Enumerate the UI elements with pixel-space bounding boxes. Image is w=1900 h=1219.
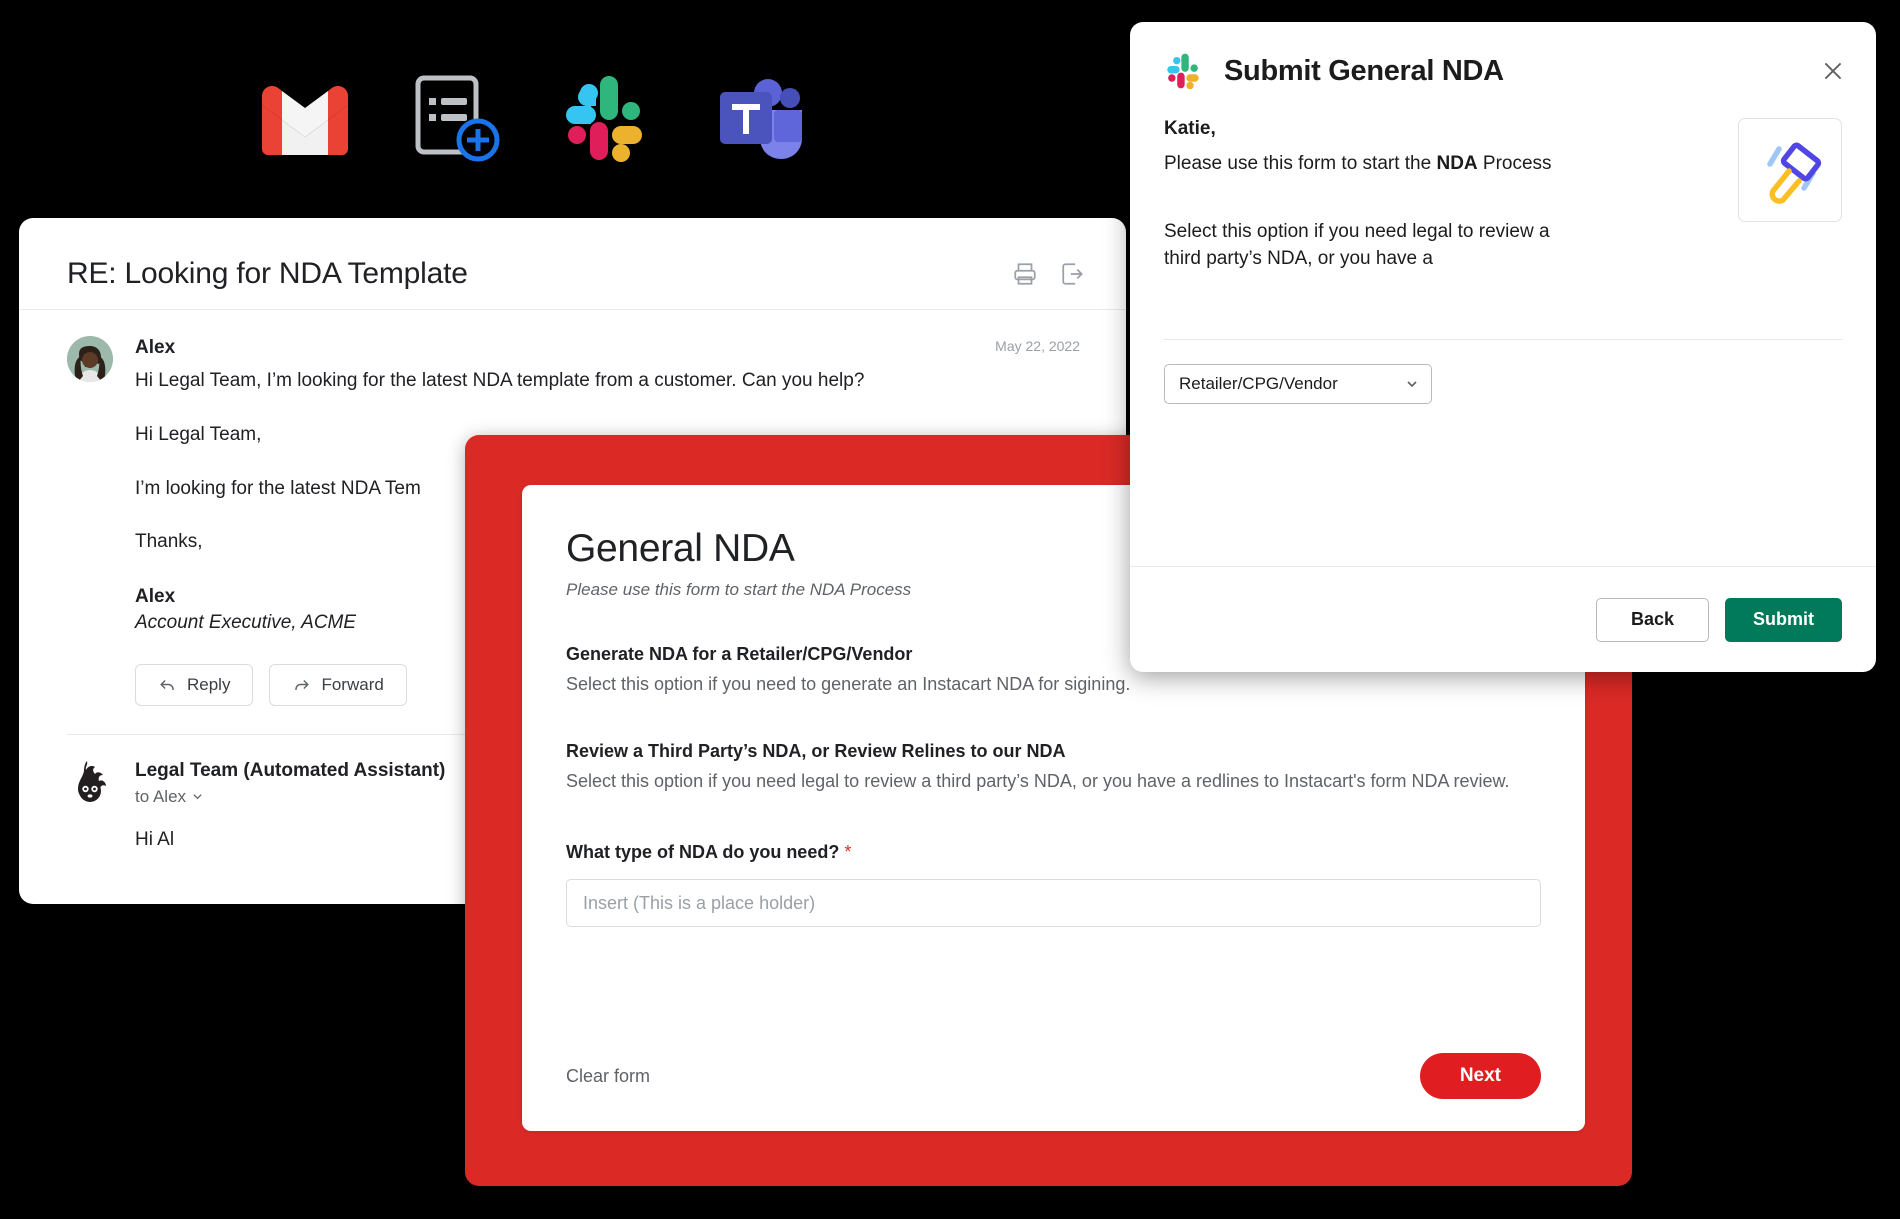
reply-icon — [160, 680, 174, 691]
screenshot-root: RE: Looking for NDA Template Alex Hi Leg… — [0, 0, 1900, 1219]
forward-label: Forward — [321, 674, 384, 694]
slack-glyph — [566, 76, 642, 162]
gmail-glyph — [262, 85, 348, 155]
print-icon[interactable] — [1012, 261, 1038, 287]
microsoft-teams-icon[interactable] — [706, 72, 802, 168]
next-button[interactable]: Next — [1419, 1053, 1541, 1099]
open-in-new-window-icon[interactable] — [1060, 261, 1086, 287]
back-button[interactable]: Back — [1595, 597, 1709, 642]
form-add-glyph — [415, 75, 500, 162]
form-option-review: Review a Third Party’s NDA, or Review Re… — [566, 741, 1541, 794]
teams-glyph — [720, 79, 802, 159]
google-forms-add-icon[interactable] — [410, 72, 506, 168]
intro-bold: NDA — [1436, 153, 1478, 174]
message-date: May 22, 2022 — [995, 338, 1080, 354]
avatar-photo — [67, 336, 113, 382]
option-description: Select this option if you need legal to … — [566, 771, 1510, 792]
option-title: Review a Third Party’s NDA, or Review Re… — [566, 741, 1066, 762]
email-header: RE: Looking for NDA Template — [19, 238, 1126, 310]
chevron-down-icon — [193, 794, 202, 800]
app-icon-row — [262, 72, 802, 168]
forward-button[interactable]: Forward — [269, 663, 407, 706]
reply-label: Reply — [187, 674, 231, 694]
slack-modal: Submit General NDA Katie, Please use thi… — [1130, 22, 1876, 672]
nda-type-select[interactable]: Retailer/CPG/Vendor — [1164, 363, 1432, 404]
required-asterisk: * — [844, 842, 852, 863]
gmail-icon[interactable] — [262, 72, 358, 168]
chevron-down-icon — [1407, 381, 1417, 387]
greeting-text: Katie, — [1164, 118, 1216, 139]
gavel-thumbnail — [1738, 118, 1842, 222]
avatar — [67, 759, 113, 805]
intro-line: Please use this form to start the NDA Pr… — [1164, 151, 1720, 178]
body-paragraph: Select this option if you need legal to … — [1164, 220, 1550, 270]
legal-team-avatar — [78, 760, 106, 802]
clear-form-link[interactable]: Clear form — [566, 1066, 650, 1087]
nda-type-input[interactable] — [566, 879, 1541, 928]
form-question-label: What type of NDA do you need? * — [566, 842, 1541, 863]
sender-name: Alex — [135, 337, 176, 358]
forward-icon — [295, 680, 310, 691]
submit-button[interactable]: Submit — [1725, 597, 1842, 642]
slack-icon — [1167, 53, 1199, 90]
question-text: What type of NDA do you need? — [566, 842, 840, 863]
slack-modal-header: Submit General NDA — [1130, 22, 1876, 90]
slack-icon[interactable] — [558, 72, 654, 168]
slack-modal-body: Katie, Please use this form to start the… — [1130, 90, 1876, 273]
close-icon[interactable] — [1820, 58, 1846, 84]
option-description: Select this option if you need to genera… — [566, 674, 1131, 694]
select-value: Retailer/CPG/Vendor — [1179, 373, 1338, 393]
slack-modal-footer: Back Submit — [1130, 566, 1876, 672]
intro-suffix: Process — [1477, 153, 1552, 174]
recipient-label: to Alex — [135, 786, 187, 806]
slack-modal-title: Submit General NDA — [1224, 54, 1504, 87]
slack-modal-text: Katie, Please use this form to start the… — [1164, 118, 1720, 273]
email-subject: RE: Looking for NDA Template — [67, 256, 468, 290]
slack-select-row: Retailer/CPG/Vendor — [1130, 340, 1876, 404]
reply-button[interactable]: Reply — [135, 663, 254, 706]
gavel-icon — [1767, 142, 1822, 204]
message-snippet: Hi Legal Team, I’m looking for the lates… — [135, 369, 865, 391]
google-form-footer: Clear form Next — [522, 1021, 1585, 1131]
avatar — [67, 336, 113, 382]
email-header-actions — [1012, 261, 1086, 287]
intro-prefix: Please use this form to start the — [1164, 153, 1437, 174]
